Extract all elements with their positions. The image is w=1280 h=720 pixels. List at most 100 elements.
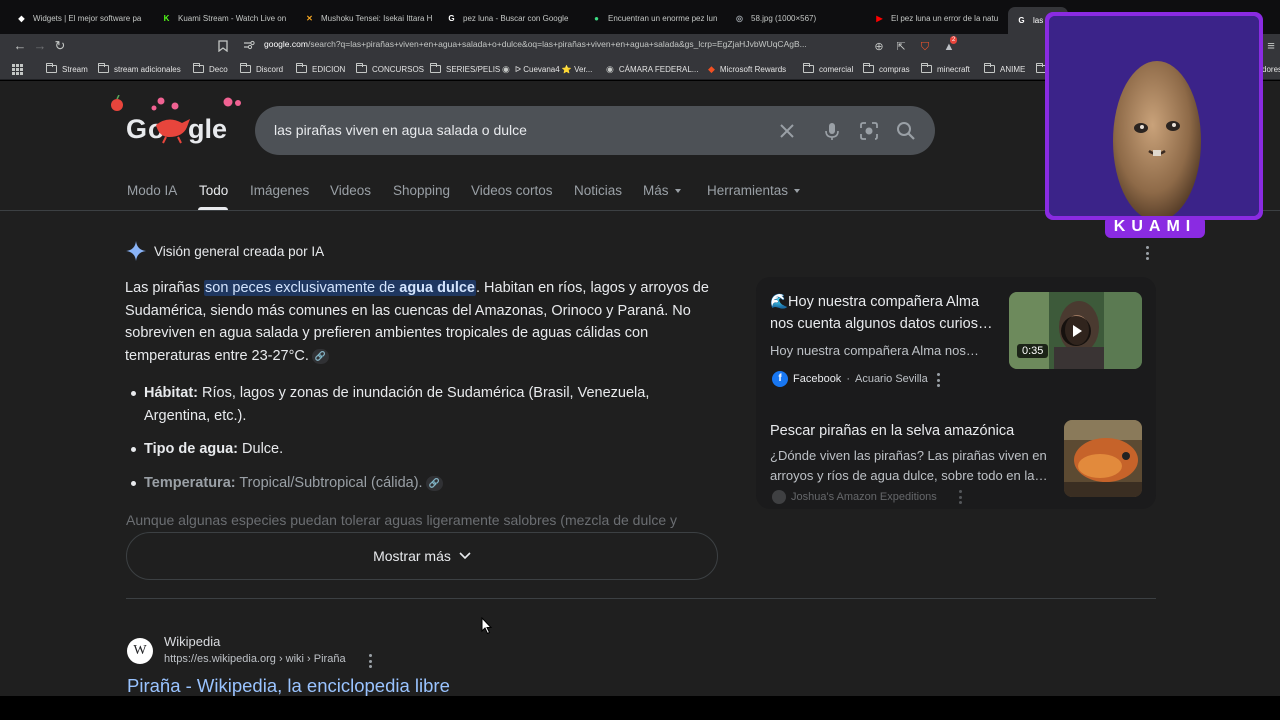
tab-shopping[interactable]: Shopping [393,183,450,198]
browser-tab[interactable]: K Kuami Stream - Watch Live on [153,6,298,30]
bottom-bar [0,696,1280,720]
back-arrow-icon[interactable]: ← [11,37,29,55]
ai-overview-bullets: Hábitat: Ríos, lagos y zonas de inundaci… [126,382,716,506]
tab-more[interactable]: Más [643,183,681,198]
bookmark-link[interactable]: ◉ ᐅ Cuevana4 ⭐ Ver... [502,62,592,76]
more-options-icon[interactable] [368,654,372,668]
source-card-snippet: Hoy nuestra compañera Alma nos… [770,343,979,358]
address-bar[interactable]: google.com/search?q=las+pirañas+viven+en… [210,36,1010,56]
bookmark-label: Microsoft Rewards [719,64,787,74]
video-thumbnail[interactable]: 0:35 [1009,292,1142,369]
lens-camera-icon[interactable] [858,120,880,142]
tab-title: Encuentran un enorme pez lun [608,13,718,23]
mouse-cursor-icon [481,616,493,635]
bookmark-folder[interactable]: SERIES/PELIS [430,62,500,76]
google-favicon-icon: G [448,13,455,23]
result-url[interactable]: https://es.wikipedia.org › wiki › Piraña [164,653,346,665]
bookmark-link[interactable]: ◆ Microsoft Rewards [708,62,786,76]
news-favicon-icon: ● [594,13,599,23]
ai-overview-title: Visión general creada por IA [154,243,325,259]
play-icon [1061,316,1091,346]
bookmark-folder[interactable]: dores [1262,62,1280,76]
bookmark-folder[interactable]: comercial [803,62,853,76]
bookmark-label: ᐅ Cuevana4 ⭐ Ver... [514,64,593,74]
source-link-icon[interactable]: 🔗 [425,475,443,491]
browser-tab[interactable]: ◎ 58.jpg (1000×567) [726,6,866,30]
bookmark-folder[interactable]: Deco [193,62,228,76]
tab-ai-mode[interactable]: Modo IA [127,183,177,198]
more-options-icon[interactable] [1145,246,1149,260]
folder-icon [803,63,814,73]
more-options-icon[interactable] [958,490,962,504]
zoom-icon[interactable]: ⊕ [872,40,886,54]
search-box[interactable]: las pirañas viven en agua salada o dulce [255,106,935,155]
share-icon[interactable]: ⇱ [894,40,908,54]
source-card-source: f Facebook · Acuario Sevilla [772,371,928,387]
browser-tab[interactable]: ▶ El pez luna un error de la natu [866,6,1006,30]
bullet-text: Ríos, lagos y zonas de inundación de Sud… [144,385,650,424]
site-info-icon[interactable] [242,40,256,54]
show-more-button[interactable]: Mostrar más [126,532,718,580]
bookmark-folder[interactable]: Discord [240,62,283,76]
bookmark-folder[interactable]: CONCURSOS [356,62,424,76]
show-more-label: Mostrar más [373,548,451,564]
reload-icon[interactable]: ↻ [51,37,69,55]
bookmark-folder[interactable]: ANIME [984,62,1025,76]
tab-news[interactable]: Noticias [574,183,622,198]
browser-tab[interactable]: G pez luna - Buscar con Google [438,6,583,30]
bookmark-star-icon[interactable] [216,40,230,54]
tab-all[interactable]: Todo [199,183,228,198]
more-options-icon[interactable] [936,373,940,387]
folder-icon [430,63,441,73]
tab-images[interactable]: Imágenes [250,183,309,198]
bookmark-folder[interactable]: stream adicionales [98,62,181,76]
menu-icon[interactable]: ≡ [1262,37,1280,55]
bookmark-label: comercial [819,64,854,74]
google-doodle-logo[interactable]: G o gle [108,94,243,145]
article-thumbnail[interactable] [1064,420,1142,497]
site-favicon-icon: ✕ [306,13,313,23]
browser-tab[interactable]: ◆ Widgets | El mejor software pa [8,6,153,30]
search-input[interactable]: las pirañas viven en agua salada o dulce [274,122,527,138]
tab-tools[interactable]: Herramientas [707,183,801,198]
bullet-label: Temperatura: [144,475,236,492]
bookmark-link[interactable]: ◉ CÁMARA FEDERAL... [606,62,698,76]
rewards-icon: ◆ [708,63,715,74]
source-name: Joshua's Amazon Expeditions [791,491,937,503]
source-link-icon[interactable]: 🔗 [311,348,329,364]
brave-shield-icon[interactable]: ⛉ [918,40,932,54]
clear-search-icon[interactable] [776,120,798,142]
source-card-title[interactable]: 🌊Hoy nuestra compañera Alma nos cuenta a… [770,291,1006,335]
result-title-link[interactable]: Piraña - Wikipedia, la enciclopedia libr… [127,675,450,696]
bookmark-folder[interactable]: EDICION [296,62,345,76]
site-avatar-icon [772,490,786,504]
browser-tab[interactable]: ● Encuentran un enorme pez lun [583,6,723,30]
widgets-favicon-icon: ◆ [18,13,25,23]
bookmark-folder[interactable]: compras [863,62,910,76]
search-icon[interactable] [895,120,917,142]
bookmark-folder[interactable]: Stream [46,62,88,76]
tab-videos[interactable]: Videos [330,183,371,198]
result-site-name[interactable]: Wikipedia [164,634,220,649]
wikipedia-logo-icon[interactable]: W [127,638,153,664]
bookmark-label: EDICION [312,64,346,74]
folder-icon [921,63,932,73]
microphone-icon[interactable] [821,120,843,142]
source-card-snippet: ¿Dónde viven las pirañas? Las pirañas vi… [770,448,1048,483]
apps-grid-icon[interactable] [12,62,23,76]
tab-title: El pez luna un error de la natu [891,13,999,23]
folder-icon [356,63,367,73]
bookmark-folder[interactable]: minecraft [921,62,970,76]
browser-tab[interactable]: ✕ Mushoku Tensei: Isekai Ittara H [296,6,436,30]
extension-icon[interactable]: ▲ 2 [942,36,958,54]
source-card-title[interactable]: Pescar pirañas en la selva amazónica [770,420,1030,442]
source-subname: Acuario Sevilla [854,373,928,385]
image-favicon-icon: ◎ [736,13,743,23]
tab-title: Mushoku Tensei: Isekai Ittara H [321,13,433,23]
url-text[interactable]: google.com/search?q=las+pirañas+viven+en… [264,39,884,49]
forward-arrow-icon[interactable]: → [31,37,49,55]
tab-short-videos[interactable]: Videos cortos [471,183,553,198]
source-name: Facebook [793,373,842,385]
bookmark-label: stream adicionales [114,64,181,74]
paragraph-text: Las pirañas [125,280,204,296]
